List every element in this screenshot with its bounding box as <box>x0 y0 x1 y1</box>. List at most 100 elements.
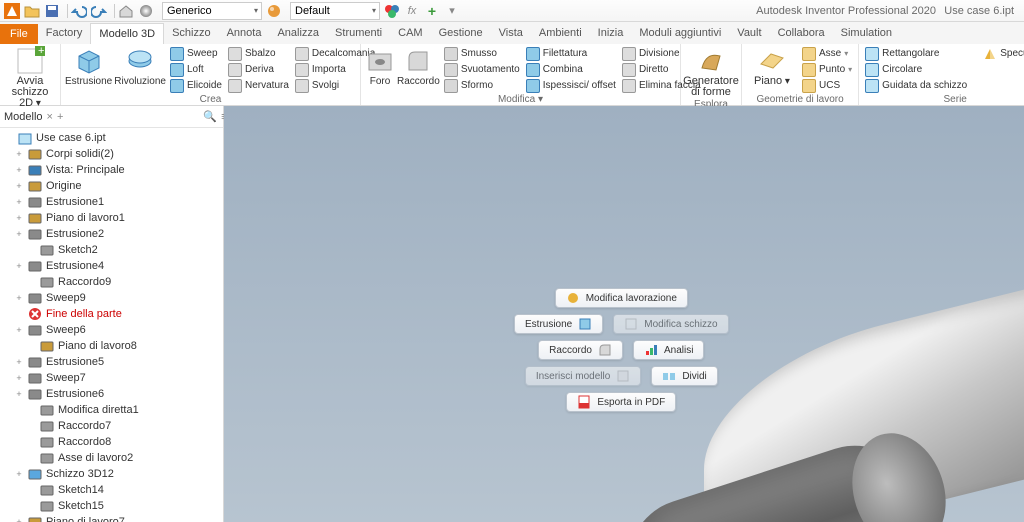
asse-button[interactable]: Asse ▾ <box>800 46 854 61</box>
sbalzo-button[interactable]: Sbalzo <box>226 46 291 61</box>
search-icon[interactable]: 🔍 <box>203 110 217 123</box>
tab-strumenti[interactable]: Strumenti <box>327 23 390 44</box>
tree-node[interactable]: Modifica diretta1 <box>0 402 223 418</box>
piano-button[interactable]: Piano ▾ <box>746 46 798 87</box>
dividi-button[interactable]: Dividi <box>651 366 717 386</box>
tree-node[interactable]: +Origine <box>0 178 223 194</box>
tab-vault[interactable]: Vault <box>729 23 769 44</box>
save-icon[interactable] <box>44 3 60 19</box>
avvia-schizzo-2d-button[interactable]: + Avviaschizzo 2D ▾ <box>4 46 56 109</box>
tree-node[interactable]: +Piano di lavoro7 <box>0 514 223 522</box>
tree-node[interactable]: +Vista: Principale <box>0 162 223 178</box>
raccordo-button[interactable]: Raccordo <box>397 46 440 87</box>
tab-modello-3d[interactable]: Modello 3D <box>90 23 164 44</box>
tree-node[interactable]: +Sweep6 <box>0 322 223 338</box>
close-icon[interactable]: × <box>47 111 53 123</box>
sweep-button[interactable]: Sweep <box>168 46 224 61</box>
punto-button[interactable]: Punto ▾ <box>800 62 854 77</box>
tree-node[interactable]: Fine della parte <box>0 306 223 322</box>
tab-inizia[interactable]: Inizia <box>590 23 632 44</box>
tree-node[interactable]: Sketch15 <box>0 498 223 514</box>
appearance-icon[interactable] <box>138 3 154 19</box>
guidata-button[interactable]: Guidata da schizzo <box>863 78 969 93</box>
filettatura-button[interactable]: Filettatura <box>524 46 618 61</box>
loft-button[interactable]: Loft <box>168 62 224 77</box>
colors-icon[interactable] <box>384 3 400 19</box>
panel-title: Crea <box>65 93 356 106</box>
tree-root[interactable]: Use case 6.ipt <box>0 130 223 146</box>
modifica-lavorazione-button[interactable]: Modifica lavorazione <box>555 288 688 308</box>
circolare-button[interactable]: Circolare <box>863 62 969 77</box>
feature-icon <box>28 355 42 369</box>
smusso-button[interactable]: Smusso <box>442 46 522 61</box>
tree-node[interactable]: +Estrusione1 <box>0 194 223 210</box>
raccordo-mini-button[interactable]: Raccordo <box>538 340 623 360</box>
generatore-forme-button[interactable]: Generatoredi forme <box>685 46 737 98</box>
foro-button[interactable]: Foro <box>365 46 395 87</box>
tree-node[interactable]: +Estrusione4 <box>0 258 223 274</box>
tree-node[interactable]: +Corpi solidi(2) <box>0 146 223 162</box>
speculare-button[interactable]: Speculare <box>981 46 1024 61</box>
browser-tab-label[interactable]: Modello <box>4 111 43 123</box>
estrusione-button[interactable]: Estrusione <box>65 46 112 87</box>
estrusione-mini-button[interactable]: Estrusione <box>514 314 603 334</box>
combina-button[interactable]: Combina <box>524 62 618 77</box>
tab-moduli-aggiuntivi[interactable]: Moduli aggiuntivi <box>631 23 729 44</box>
tree-node[interactable]: +Piano di lavoro1 <box>0 210 223 226</box>
elicoide-button[interactable]: Elicoide <box>168 78 224 93</box>
feature-icon <box>40 483 54 497</box>
tree-node[interactable]: +Schizzo 3D12 <box>0 466 223 482</box>
browser-search-input[interactable] <box>67 111 199 122</box>
app-icon[interactable] <box>4 3 20 19</box>
viewport-canvas[interactable]: Modifica lavorazione Estrusione Modifica… <box>224 106 1024 522</box>
tab-factory[interactable]: Factory <box>38 23 91 44</box>
tab-schizzo[interactable]: Schizzo <box>164 23 219 44</box>
fx-icon[interactable]: fx <box>404 3 420 19</box>
ispessisci-button[interactable]: Ispessisci/ offset <box>524 78 618 93</box>
deriva-button[interactable]: Deriva <box>226 62 291 77</box>
rettangolare-button[interactable]: Rettangolare <box>863 46 969 61</box>
tree-node[interactable]: +Estrusione6 <box>0 386 223 402</box>
tree-node[interactable]: Piano di lavoro8 <box>0 338 223 354</box>
tab-gestione[interactable]: Gestione <box>431 23 491 44</box>
tab-collabora[interactable]: Collabora <box>770 23 833 44</box>
tree-node[interactable]: +Sweep9 <box>0 290 223 306</box>
tree-node[interactable]: Raccordo7 <box>0 418 223 434</box>
tree-node[interactable]: Sketch2 <box>0 242 223 258</box>
analisi-button[interactable]: Analisi <box>633 340 704 360</box>
material-dropdown[interactable]: Default <box>290 2 380 20</box>
tab-analizza[interactable]: Analizza <box>269 23 327 44</box>
tab-annota[interactable]: Annota <box>219 23 270 44</box>
qat-overflow-icon[interactable]: ▾ <box>444 3 460 19</box>
tree-node[interactable]: Raccordo9 <box>0 274 223 290</box>
material-ball-icon[interactable] <box>266 3 282 19</box>
tree-node[interactable]: +Estrusione5 <box>0 354 223 370</box>
tab-cam[interactable]: CAM <box>390 23 430 44</box>
tab-file[interactable]: File <box>0 24 38 44</box>
browser-tree: Use case 6.ipt +Corpi solidi(2)+Vista: P… <box>0 128 223 522</box>
quick-access-toolbar: Generico Default fx + ▾ Autodesk Invento… <box>0 0 1024 22</box>
tree-node[interactable]: Sketch14 <box>0 482 223 498</box>
tab-simulation[interactable]: Simulation <box>833 23 900 44</box>
nervatura-button[interactable]: Nervatura <box>226 78 291 93</box>
svuotamento-button[interactable]: Svuotamento <box>442 62 522 77</box>
ucs-button[interactable]: UCS <box>800 78 854 93</box>
esporta-pdf-button[interactable]: Esporta in PDF <box>566 392 676 412</box>
rivoluzione-button[interactable]: Rivoluzione <box>114 46 166 87</box>
feature-icon <box>28 195 42 209</box>
sformo-button[interactable]: Sformo <box>442 78 522 93</box>
redo-icon[interactable] <box>91 3 107 19</box>
tree-node[interactable]: Asse di lavoro2 <box>0 450 223 466</box>
plus-icon[interactable]: + <box>424 3 440 19</box>
tab-ambienti[interactable]: Ambienti <box>531 23 590 44</box>
home-icon[interactable] <box>118 3 134 19</box>
undo-icon[interactable] <box>71 3 87 19</box>
open-icon[interactable] <box>24 3 40 19</box>
feature-icon <box>28 371 42 385</box>
tab-vista[interactable]: Vista <box>491 23 531 44</box>
add-icon[interactable]: + <box>57 111 63 123</box>
tree-node[interactable]: +Estrusione2 <box>0 226 223 242</box>
tree-node[interactable]: +Sweep7 <box>0 370 223 386</box>
tree-node[interactable]: Raccordo8 <box>0 434 223 450</box>
style-dropdown[interactable]: Generico <box>162 2 262 20</box>
